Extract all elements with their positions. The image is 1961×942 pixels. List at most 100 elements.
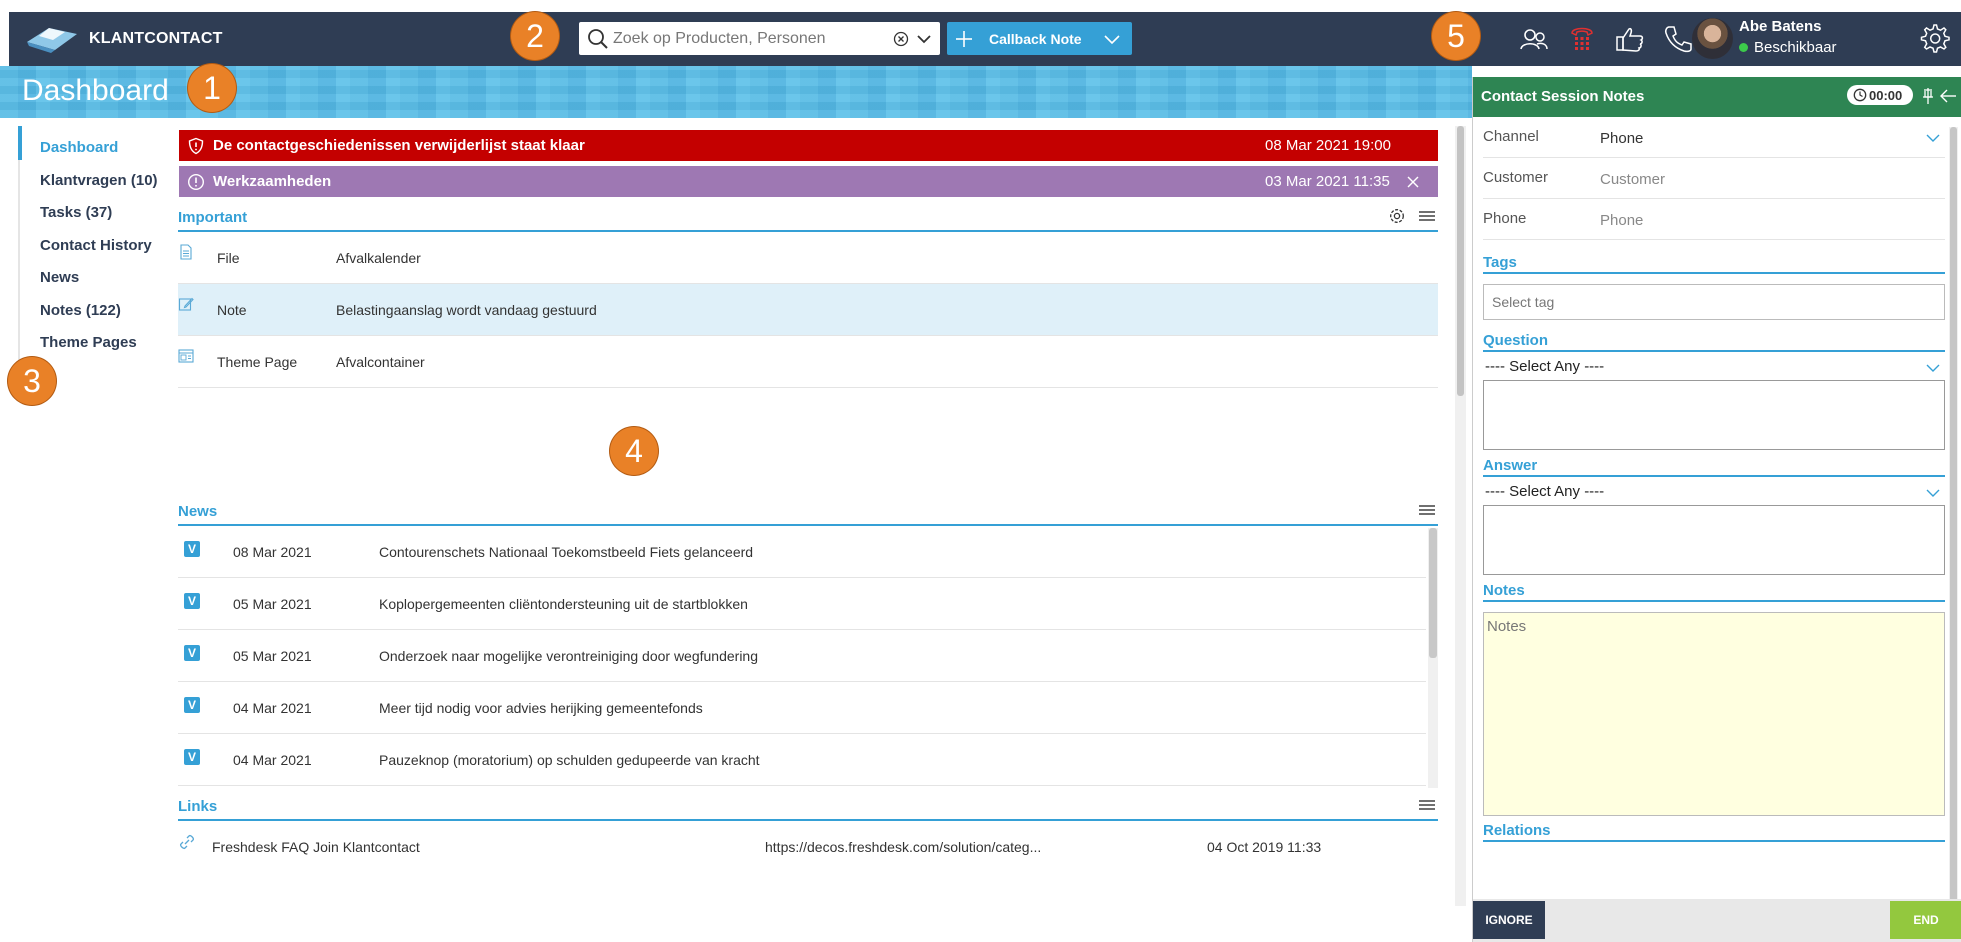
clear-icon[interactable] [892,30,910,48]
callout-marker-1: 1 [188,64,236,112]
phone-dialpad-icon[interactable] [1567,24,1597,54]
logo[interactable]: KLANTCONTACT [25,24,223,54]
avatar[interactable] [1692,18,1733,59]
answer-select[interactable]: ---- Select Any ---- [1483,479,1945,503]
alert-date: 08 Mar 2021 19:00 [1265,137,1391,154]
notes-section-title: Notes [1483,582,1945,602]
notes-textarea[interactable] [1483,612,1945,816]
phone-icon[interactable] [1663,24,1693,54]
customer-label: Customer [1483,169,1549,186]
menu-icon[interactable] [1418,796,1436,814]
gear-icon[interactable] [1917,21,1951,55]
menu-icon[interactable] [1418,501,1436,519]
question-section-title: Question [1483,332,1945,352]
chevron-down-icon[interactable] [1102,29,1122,49]
thumbs-up-icon[interactable] [1615,24,1645,54]
news-date: 08 Mar 2021 [233,543,312,560]
chevron-down-icon[interactable] [1925,130,1941,146]
answer-textarea[interactable] [1483,505,1945,575]
list-item[interactable]: V 04 Mar 2021 Meer tijd nodig voor advie… [178,682,1426,734]
sidebar-active-indicator [18,126,22,160]
chevron-down-icon[interactable] [914,29,934,49]
panel-scrollbar[interactable] [1949,127,1958,907]
search-input[interactable] [609,24,892,53]
list-item[interactable]: V 05 Mar 2021 Koplopergemeenten cliënton… [178,578,1426,630]
phone-placeholder: Phone [1600,212,1644,229]
search-icon [588,28,608,49]
pin-icon[interactable] [1921,87,1935,105]
sidebar-item-contact-history[interactable]: Contact History [18,224,168,257]
table-row[interactable]: Note Belastingaanslag wordt vandaag gest… [178,284,1438,336]
channel-value: Phone [1600,130,1644,147]
top-bar: KLANTCONTACT Callback Note [9,12,1961,66]
callback-note-button[interactable]: Callback Note [947,22,1132,55]
file-icon [180,244,192,260]
section-controls [1418,796,1436,814]
tag-select-input[interactable] [1483,284,1945,320]
news-headline: Koplopergemeenten cliëntondersteuning ui… [379,595,748,612]
sidebar-item-tasks[interactable]: Tasks (37) [18,191,168,224]
section-controls [1388,207,1436,225]
news-list: V 08 Mar 2021 Contourenschets Nationaal … [178,526,1438,788]
main-content: De contactgeschiedenissen verwijderlijst… [178,130,1438,873]
scrollbar-thumb[interactable] [1950,127,1957,902]
user-status[interactable]: Beschikbaar [1739,39,1837,56]
alert-text: De contactgeschiedenissen verwijderlijst… [213,137,585,154]
news-date: 04 Mar 2021 [233,751,312,768]
channel-field[interactable]: Channel Phone [1483,117,1945,158]
logo-text: KLANTCONTACT [89,30,223,47]
question-select[interactable]: ---- Select Any ---- [1483,354,1945,378]
list-item[interactable]: V 04 Mar 2021 Pauzeknop (moratorium) op … [178,734,1426,786]
search-box[interactable] [579,22,940,55]
session-timer: 00:00 [1847,85,1913,105]
main-scrollbar[interactable] [1455,126,1466,906]
link-title[interactable]: Freshdesk FAQ Join Klantcontact [212,839,420,855]
sidebar-item-klantvragen[interactable]: Klantvragen (10) [18,159,168,192]
close-icon[interactable] [1405,174,1421,190]
app-window: KLANTCONTACT Callback Note [0,0,1961,942]
row-type: File [217,249,240,266]
news-headline: Contourenschets Nationaal Toekomstbeeld … [379,543,754,560]
question-textarea[interactable] [1483,380,1945,450]
link-url[interactable]: https://decos.freshdesk.com/solution/cat… [765,839,1041,855]
info-circle-icon [187,173,205,190]
theme-page-icon [178,349,194,363]
table-row[interactable]: File Afvalkalender [178,232,1438,284]
list-item[interactable]: V 05 Mar 2021 Onderzoek naar mogelijke v… [178,630,1426,682]
news-headline: Meer tijd nodig voor advies herijking ge… [379,699,703,716]
customer-field[interactable]: Customer Customer [1483,158,1945,199]
contact-session-panel: Contact Session Notes 00:00 Channel Phon… [1472,77,1961,942]
sidebar-item-theme-pages[interactable]: Theme Pages [18,321,168,354]
user-status-text: Beschikbaar [1754,39,1837,56]
list-item[interactable]: Freshdesk FAQ Join Klantcontact https://… [178,821,1426,873]
chevron-down-icon[interactable] [1925,360,1941,376]
sidebar-item-notes[interactable]: Notes (122) [18,289,168,322]
menu-icon[interactable] [1418,207,1436,225]
news-badge: V [184,697,200,713]
alert-banner[interactable]: Werkzaamheden 03 Mar 2021 11:35 [179,166,1438,197]
row-title: Afvalcontainer [336,353,425,370]
chevron-down-icon[interactable] [1925,485,1941,501]
gear-icon[interactable] [1388,207,1406,225]
news-badge: V [184,645,200,661]
scrollbar-thumb[interactable] [1457,126,1464,396]
sidebar-item-news[interactable]: News [18,256,168,289]
ignore-button[interactable]: IGNORE [1473,901,1545,939]
end-button[interactable]: END [1890,901,1961,939]
table-row[interactable]: Theme Page Afvalcontainer [178,336,1438,388]
callout-marker-4: 4 [610,427,658,475]
row-title: Belastingaanslag wordt vandaag gestuurd [336,301,597,318]
list-item[interactable]: V 08 Mar 2021 Contourenschets Nationaal … [178,526,1426,578]
panel-title: Contact Session Notes [1481,88,1645,105]
news-date: 05 Mar 2021 [233,647,312,664]
sidebar-item-dashboard[interactable]: Dashboard [18,126,168,159]
news-date: 05 Mar 2021 [233,595,312,612]
phone-field[interactable]: Phone Phone [1483,199,1945,240]
contacts-icon[interactable] [1519,24,1549,54]
arrow-left-icon[interactable] [1939,88,1957,104]
scrollbar-thumb[interactable] [1429,528,1437,658]
news-scrollbar[interactable] [1428,528,1438,788]
user-name: Abe Batens [1739,18,1822,35]
alert-banner[interactable]: De contactgeschiedenissen verwijderlijst… [179,130,1438,161]
plus-icon [956,30,972,47]
